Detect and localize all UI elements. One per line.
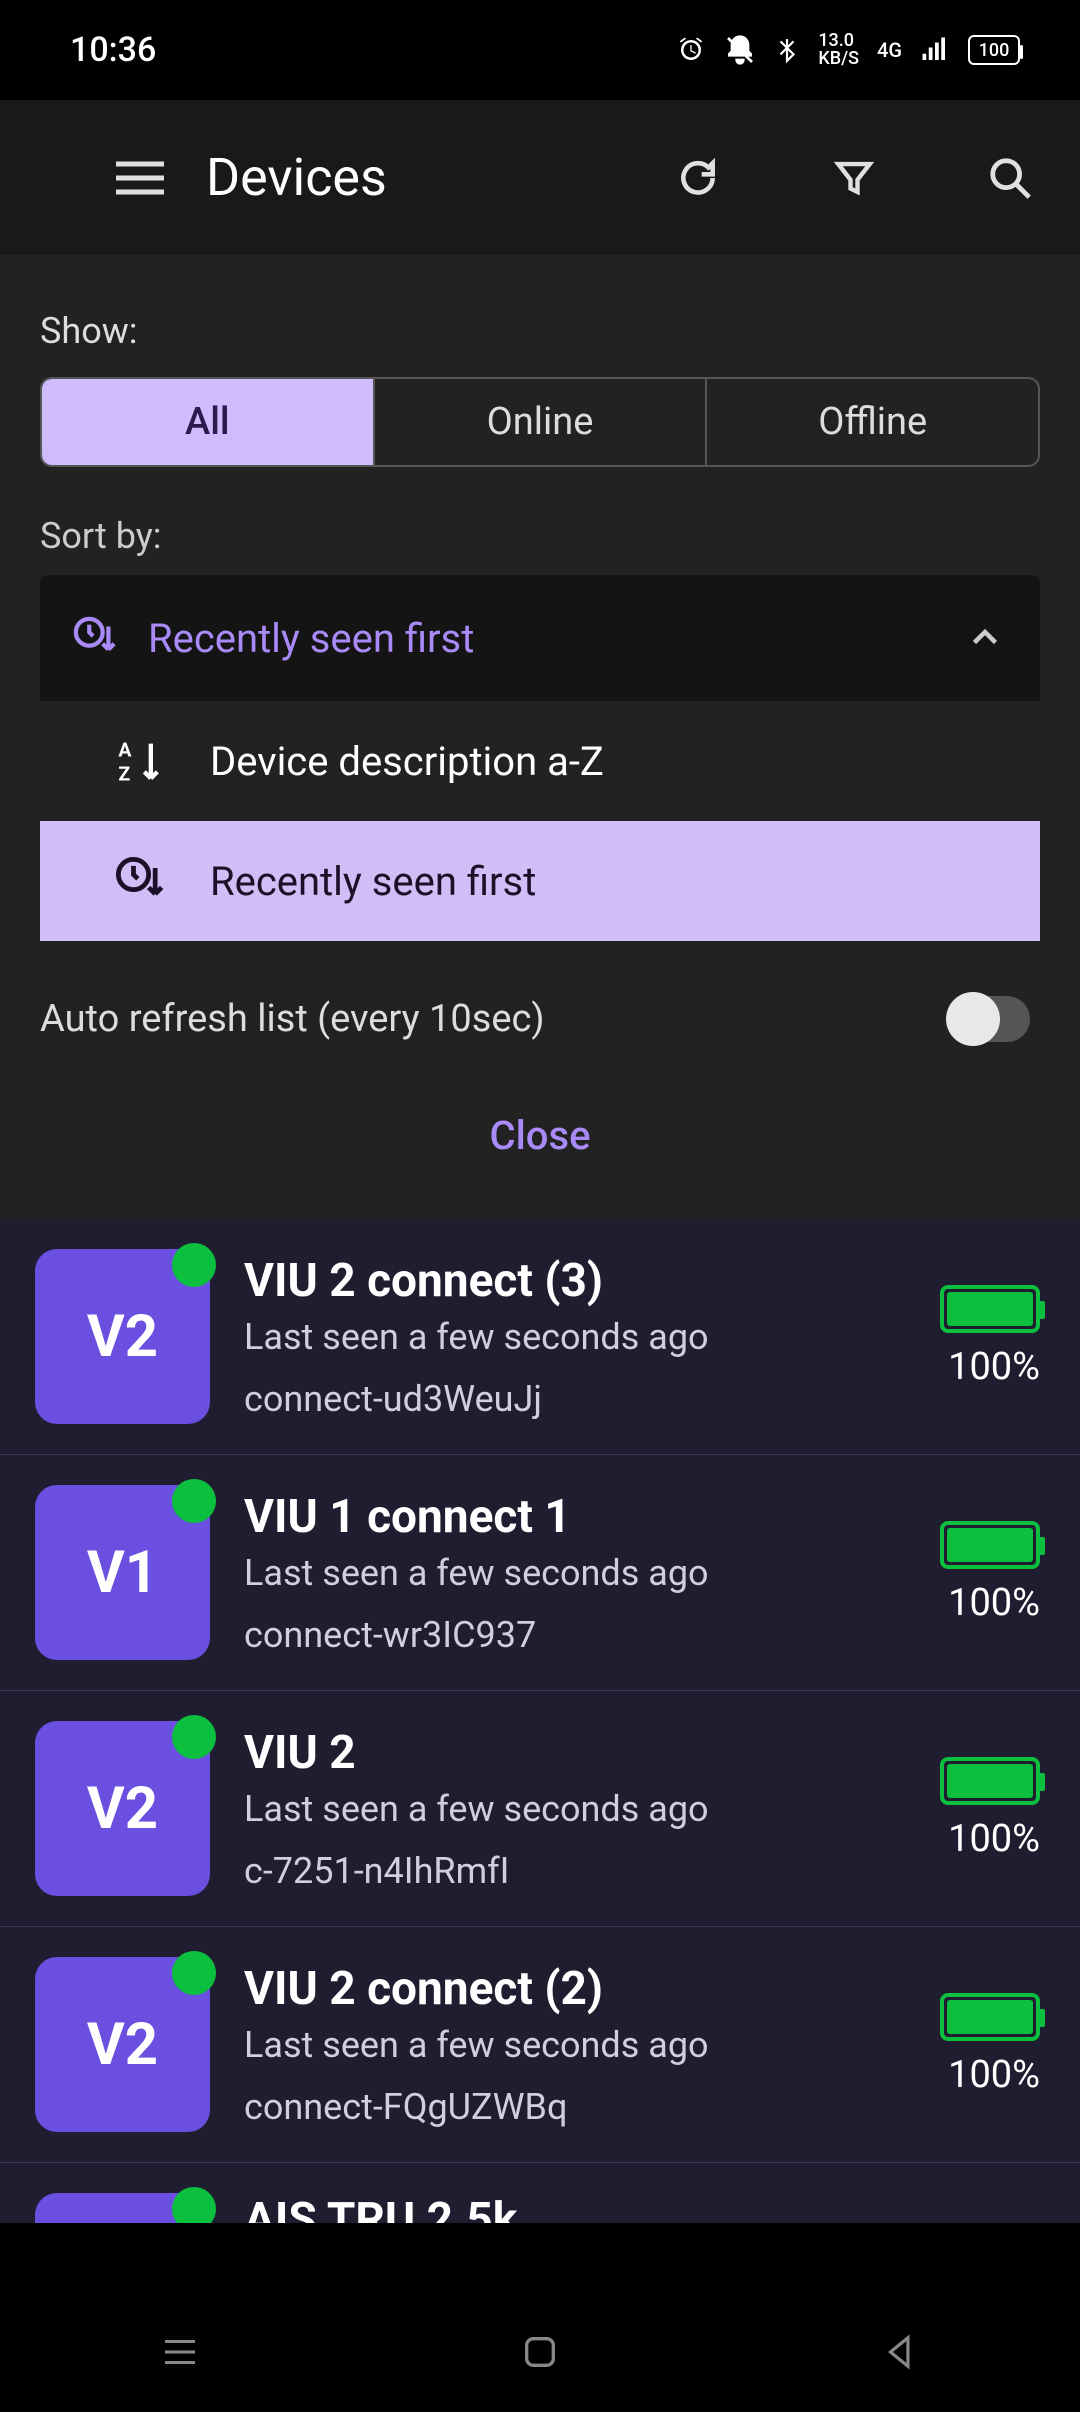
avatar-wrap: V2	[35, 1721, 210, 1896]
device-info: VIU 2 Last seen a few seconds ago c-7251…	[244, 1726, 906, 1892]
network-speed: 13.0 KB/S	[818, 32, 859, 68]
battery-icon	[940, 1993, 1040, 2041]
network-gen: 4G	[877, 38, 902, 62]
auto-refresh-row: Auto refresh list (every 10sec)	[40, 941, 1040, 1072]
app-bar: Devices	[0, 100, 1080, 255]
device-item[interactable]: V2 VIU 2 Last seen a few seconds ago c-7…	[0, 1691, 1080, 1927]
avatar-wrap: V2	[35, 1957, 210, 2132]
sort-dropdown-header[interactable]: Recently seen first	[40, 575, 1040, 701]
online-dot-icon	[172, 1951, 216, 1995]
device-name: AIS TRU 2.5k	[244, 2193, 1040, 2223]
battery-percent: 100%	[948, 1345, 1040, 1389]
auto-refresh-label: Auto refresh list (every 10sec)	[40, 997, 545, 1041]
device-info: VIU 2 connect (3) Last seen a few second…	[244, 1254, 906, 1420]
battery-col: 100%	[940, 1285, 1040, 1389]
show-label: Show:	[40, 310, 1040, 352]
back-icon[interactable]	[875, 2327, 925, 2377]
device-item[interactable]: AIS TRU 2.5k	[0, 2163, 1080, 2223]
close-button[interactable]: Close	[40, 1072, 1040, 1169]
online-dot-icon	[172, 1715, 216, 1759]
show-segmented: All Online Offline	[40, 377, 1040, 467]
menu-icon[interactable]	[110, 148, 170, 208]
recents-icon[interactable]	[155, 2327, 205, 2377]
tab-online[interactable]: Online	[375, 379, 708, 465]
device-id: connect-FQgUZWBq	[244, 2086, 906, 2128]
status-icons: 13.0 KB/S 4G 100	[676, 32, 1020, 68]
battery-col: 100%	[940, 1757, 1040, 1861]
device-info: AIS TRU 2.5k	[244, 2193, 1040, 2223]
battery-indicator: 100	[968, 35, 1020, 65]
page-title: Devices	[206, 147, 572, 208]
device-id: connect-ud3WeuJj	[244, 1378, 906, 1420]
device-last-seen: Last seen a few seconds ago	[244, 1788, 906, 1830]
status-bar: 10:36 13.0 KB/S 4G 100	[0, 0, 1080, 100]
battery-col: 100%	[940, 1521, 1040, 1625]
status-time: 10:36	[70, 30, 156, 70]
battery-col: 100%	[940, 1993, 1040, 2097]
auto-refresh-toggle[interactable]	[948, 996, 1030, 1042]
battery-percent: 100%	[948, 2053, 1040, 2097]
device-id: c-7251-n4IhRmfI	[244, 1850, 906, 1892]
sort-dropdown: Recently seen first AZ Device descriptio…	[40, 575, 1040, 941]
sort-option-az[interactable]: AZ Device description a-Z	[40, 701, 1040, 821]
az-sort-icon: AZ	[110, 731, 170, 791]
sortby-label: Sort by:	[40, 515, 1040, 557]
sort-option-recent[interactable]: Recently seen first	[40, 821, 1040, 941]
svg-text:A: A	[118, 739, 132, 762]
device-last-seen: Last seen a few seconds ago	[244, 1552, 906, 1594]
device-item[interactable]: V2 VIU 2 connect (3) Last seen a few sec…	[0, 1219, 1080, 1455]
device-info: VIU 1 connect 1 Last seen a few seconds …	[244, 1490, 906, 1656]
device-name: VIU 2	[244, 1726, 906, 1780]
device-name: VIU 1 connect 1	[244, 1490, 906, 1544]
mute-icon	[724, 34, 756, 66]
avatar-wrap: V2	[35, 1249, 210, 1424]
tab-offline[interactable]: Offline	[707, 379, 1038, 465]
online-dot-icon	[172, 2187, 216, 2223]
device-item[interactable]: V1 VIU 1 connect 1 Last seen a few secon…	[0, 1455, 1080, 1691]
battery-icon	[940, 1757, 1040, 1805]
bluetooth-icon	[774, 35, 800, 65]
battery-percent: 100%	[948, 1817, 1040, 1861]
device-name: VIU 2 connect (3)	[244, 1254, 906, 1308]
battery-percent: 100%	[948, 1581, 1040, 1625]
search-icon[interactable]	[980, 148, 1040, 208]
online-dot-icon	[172, 1243, 216, 1287]
sort-option-label: Recently seen first	[210, 858, 536, 905]
device-list: V2 VIU 2 connect (3) Last seen a few sec…	[0, 1219, 1080, 2223]
clock-sort-icon	[70, 613, 120, 663]
tab-all[interactable]: All	[42, 379, 375, 465]
refresh-icon[interactable]	[668, 148, 728, 208]
sort-option-label: Device description a-Z	[210, 738, 604, 785]
online-dot-icon	[172, 1479, 216, 1523]
device-id: connect-wr3IC937	[244, 1614, 906, 1656]
device-item[interactable]: V2 VIU 2 connect (2) Last seen a few sec…	[0, 1927, 1080, 2163]
device-name: VIU 2 connect (2)	[244, 1962, 906, 2016]
battery-icon	[940, 1521, 1040, 1569]
avatar-wrap	[35, 2193, 210, 2223]
svg-text:Z: Z	[118, 763, 130, 786]
device-last-seen: Last seen a few seconds ago	[244, 1316, 906, 1358]
avatar-wrap: V1	[35, 1485, 210, 1660]
filter-icon[interactable]	[824, 148, 884, 208]
signal-icon	[920, 37, 950, 63]
chevron-up-icon	[960, 613, 1010, 663]
filter-panel: Show: All Online Offline Sort by: Recent…	[0, 255, 1080, 1219]
battery-icon	[940, 1285, 1040, 1333]
clock-sort-icon	[110, 851, 170, 911]
home-icon[interactable]	[515, 2327, 565, 2377]
alarm-icon	[676, 35, 706, 65]
system-nav-bar	[0, 2292, 1080, 2412]
device-last-seen: Last seen a few seconds ago	[244, 2024, 906, 2066]
device-info: VIU 2 connect (2) Last seen a few second…	[244, 1962, 906, 2128]
